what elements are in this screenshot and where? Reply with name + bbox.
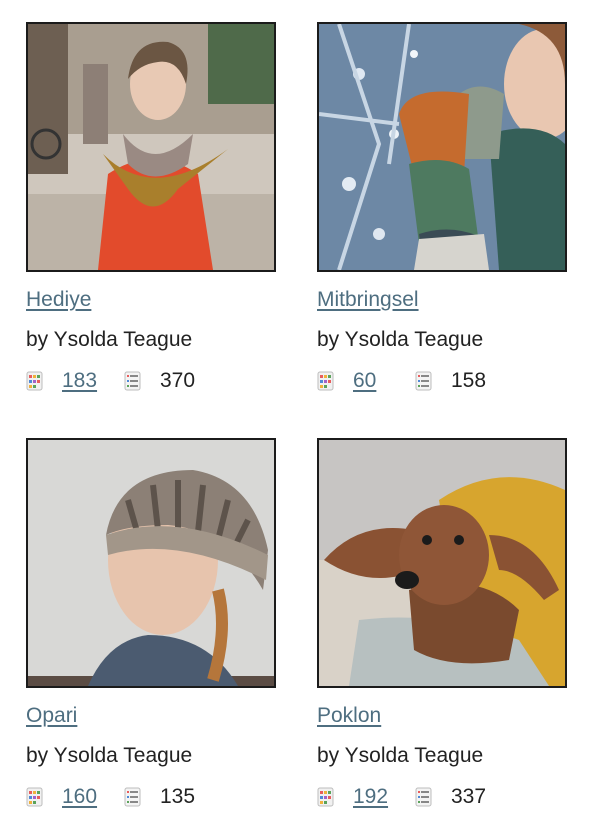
projects-count-link[interactable]: 160 [62,785,124,809]
pattern-author: by Ysolda Teague [317,744,484,767]
pattern-title-link[interactable]: Hediye [26,288,278,312]
projects-icon [317,787,335,807]
pattern-stats: 183 370 [26,368,278,394]
queue-icon [415,787,433,807]
pattern-title-link[interactable]: Opari [26,704,278,728]
projects-icon [26,787,44,807]
pattern-card-hediye: Hediye by Ysolda Teague 183 370 [26,22,278,394]
pattern-card-poklon: Poklon by Ysolda Teague 192 337 [317,438,569,810]
pattern-author: by Ysolda Teague [26,744,193,767]
projects-icon [317,371,335,391]
pattern-stats: 60 158 [317,368,569,394]
queued-count: 135 [160,785,196,808]
pattern-title-link[interactable]: Mitbringsel [317,288,569,312]
pattern-photo-mitbringsel-image [319,24,565,270]
pattern-author: by Ysolda Teague [26,328,193,351]
projects-count-link[interactable]: 192 [353,785,415,809]
pattern-photo-mitbringsel[interactable] [317,22,567,272]
projects-count-link[interactable]: 183 [62,369,124,393]
pattern-author: by Ysolda Teague [317,328,484,351]
pattern-photo-hediye[interactable] [26,22,276,272]
pattern-title-link[interactable]: Poklon [317,704,569,728]
pattern-photo-hediye-image [28,24,274,270]
pattern-photo-opari-image [28,440,274,686]
pattern-card-mitbringsel: Mitbringsel by Ysolda Teague 60 158 [317,22,569,394]
pattern-stats: 192 337 [317,784,569,810]
projects-icon [26,371,44,391]
queue-icon [124,787,142,807]
projects-count-link[interactable]: 60 [353,369,415,393]
pattern-card-opari: Opari by Ysolda Teague 160 135 [26,438,278,810]
pattern-photo-poklon[interactable] [317,438,567,688]
queue-icon [124,371,142,391]
pattern-photo-poklon-image [319,440,565,686]
pattern-photo-opari[interactable] [26,438,276,688]
queued-count: 158 [451,369,487,392]
pattern-stats: 160 135 [26,784,278,810]
queued-count: 337 [451,785,487,808]
queue-icon [415,371,433,391]
queued-count: 370 [160,369,196,392]
